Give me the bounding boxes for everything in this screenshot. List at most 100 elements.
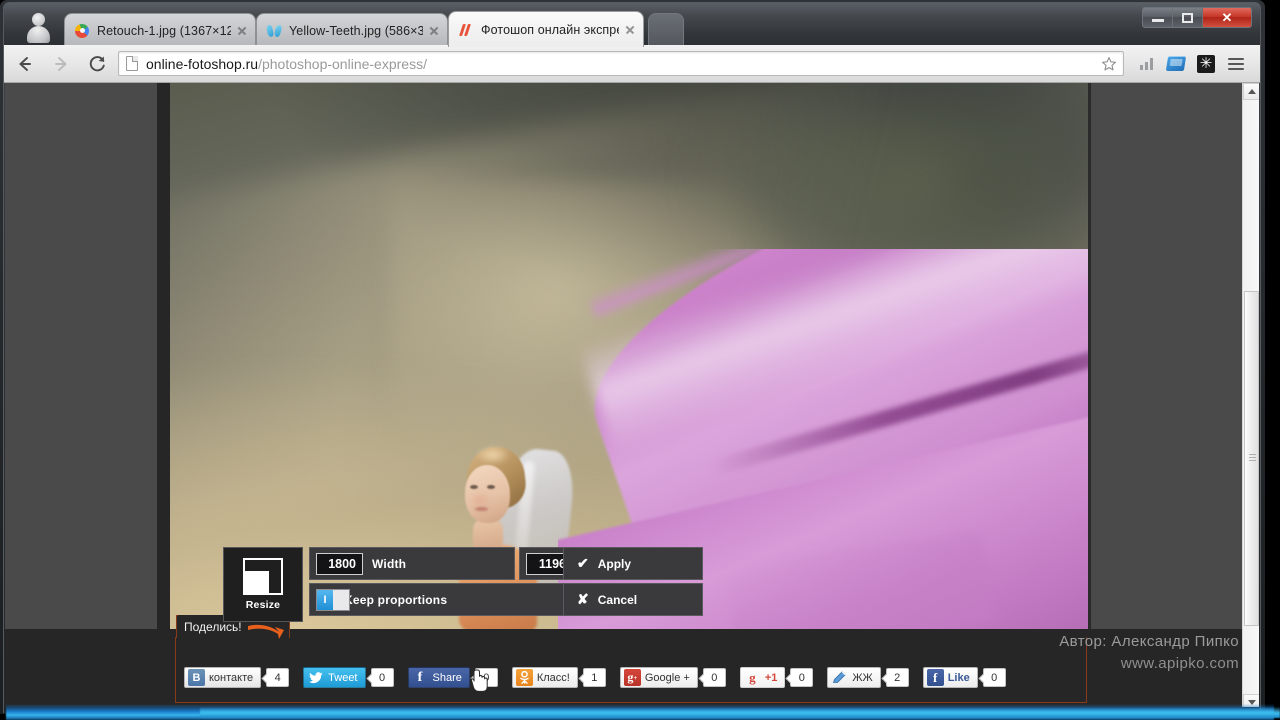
close-icon[interactable] <box>427 24 441 38</box>
editor-left-gutter <box>5 83 171 629</box>
odnoklassniki-icon <box>515 669 533 686</box>
address-bar[interactable]: online-fotoshop.ru/photoshop-online-expr… <box>118 51 1124 76</box>
eye-right <box>487 485 495 489</box>
share-button-vkontakte[interactable]: В контакте 4 <box>184 667 290 688</box>
eye-left <box>470 485 478 489</box>
facebook-button[interactable]: f Share <box>407 667 470 688</box>
asterisk-extension-icon[interactable]: ✳ <box>1192 50 1220 78</box>
share-button-livejournal[interactable]: ЖЖ 2 <box>827 667 909 688</box>
watermark-site: www.apipko.com <box>1120 655 1239 672</box>
width-field-row[interactable]: 1800 Width <box>309 547 515 580</box>
googleplus-label: Google + <box>644 671 690 684</box>
extension-icons: ✳ <box>1132 50 1260 78</box>
check-icon: ✔ <box>577 555 589 571</box>
new-tab-button[interactable] <box>648 13 684 47</box>
window-controls: ✕ <box>1142 7 1252 28</box>
livejournal-count: 2 <box>885 668 909 687</box>
watermark: Автор: Александр Пипко www.apipko.com <box>1059 631 1239 675</box>
resize-dialog: Resize 1800 Width 1196 Height I Keep pro… <box>223 547 715 622</box>
forward-button[interactable] <box>46 49 76 79</box>
scroll-up-button[interactable] <box>1243 83 1259 100</box>
star-icon[interactable] <box>1099 56 1119 72</box>
odnoklassniki-label: Класс! <box>536 671 570 684</box>
vkontakte-count: 4 <box>266 668 290 687</box>
width-label: Width <box>372 556 407 571</box>
share-button-odnoklassniki[interactable]: Класс! 1 <box>511 667 606 688</box>
plusone-button[interactable]: g +1 <box>739 667 786 688</box>
url-domain: online-fotoshop.ru <box>146 55 259 72</box>
page-scrollbar[interactable] <box>1242 83 1259 711</box>
odnoklassniki-button[interactable]: Класс! <box>511 667 578 688</box>
vkontakte-label: контакте <box>209 671 254 684</box>
width-input[interactable]: 1800 <box>316 552 363 575</box>
browser-tab-1[interactable]: Retouch-1.jpg (1367×1249 <box>64 13 256 47</box>
desktop: Retouch-1.jpg (1367×1249 Yellow-Teeth.jp… <box>0 0 1280 720</box>
resize-icon <box>243 558 283 595</box>
twitter-bird-icon <box>307 669 324 686</box>
facebook-like-button[interactable]: f Like <box>922 667 978 688</box>
pencil-icon <box>831 669 848 686</box>
livejournal-label: ЖЖ <box>852 671 873 684</box>
share-button-googleplus[interactable]: g + Google + 0 <box>619 667 726 688</box>
close-icon[interactable] <box>235 24 249 38</box>
close-x-icon: ✘ <box>577 591 589 607</box>
apply-label: Apply <box>597 556 632 571</box>
resize-panel-label: Resize <box>245 599 281 611</box>
like-count: 0 <box>982 668 1006 687</box>
watermark-author: Автор: Александр Пипко <box>1059 633 1239 650</box>
minimize-button[interactable] <box>1143 8 1173 27</box>
keep-proportions-checkbox[interactable]: I <box>316 589 350 611</box>
mouth <box>475 507 488 511</box>
reload-button[interactable] <box>82 49 112 79</box>
taskbar-glow-inner <box>200 707 1280 718</box>
livejournal-button[interactable]: ЖЖ <box>827 667 881 688</box>
bar-chart-icon[interactable] <box>1132 50 1160 78</box>
apply-button[interactable]: ✔ Apply <box>563 547 703 580</box>
blue-extension-icon[interactable] <box>1162 50 1190 78</box>
keep-proportions-label: Keep proportions <box>344 592 448 607</box>
share-button-like[interactable]: f Like 0 <box>922 667 1006 688</box>
browser-tab-2[interactable]: Yellow-Teeth.jpg (586×36 <box>256 13 448 47</box>
user-avatar-icon[interactable] <box>26 11 52 43</box>
twitter-button[interactable]: Tweet <box>303 667 366 688</box>
facebook-label: Share <box>432 671 462 684</box>
picasa-icon <box>74 23 90 39</box>
share-box: Поделись! В контакте 4 Tweet 0 f Share 0… <box>175 615 1087 703</box>
avatar-head <box>32 13 45 26</box>
maximize-button[interactable] <box>1173 8 1203 27</box>
checkbox-on-state: I <box>317 590 333 610</box>
close-icon: ✕ <box>1221 10 1233 25</box>
twitter-label: Tweet <box>328 671 358 684</box>
facebook-f-icon: f <box>417 669 423 685</box>
close-icon[interactable] <box>623 23 637 37</box>
butterfly-icon <box>265 23 283 39</box>
share-button-twitter[interactable]: Tweet 0 <box>303 667 394 688</box>
close-button[interactable]: ✕ <box>1203 8 1251 27</box>
editor-left-strip <box>157 83 171 629</box>
slashes-icon <box>458 22 474 38</box>
google-g-icon: g <box>749 669 756 685</box>
twitter-count: 0 <box>370 668 394 687</box>
vkontakte-button[interactable]: В контакте <box>184 667 262 688</box>
googleplus-icon: g + <box>623 669 641 686</box>
googleplus-count: 0 <box>702 668 726 687</box>
share-button-plusone[interactable]: g +1 0 <box>739 667 814 688</box>
menu-icon[interactable] <box>1222 50 1250 78</box>
back-button[interactable] <box>10 49 40 79</box>
share-section: Поделись! В контакте 4 Tweet 0 f Share 0… <box>5 615 1242 711</box>
tab-title: Фотошоп онлайн экспре <box>481 22 619 37</box>
googleplus-button[interactable]: g + Google + <box>619 667 698 688</box>
scrollbar-thumb[interactable] <box>1244 291 1259 626</box>
tab-strip: Retouch-1.jpg (1367×1249 Yellow-Teeth.jp… <box>4 3 1260 47</box>
page-viewport: Resize 1800 Width 1196 Height I Keep pro… <box>5 83 1259 711</box>
browser-tab-3-active[interactable]: Фотошоп онлайн экспре <box>448 11 644 47</box>
editor-right-strip <box>1088 83 1091 629</box>
plusone-label: +1 <box>764 671 778 684</box>
arrow-icon <box>246 621 290 643</box>
cancel-button[interactable]: ✘ Cancel <box>563 583 703 616</box>
plusone-count: 0 <box>790 668 814 687</box>
share-button-facebook[interactable]: f Share 0 <box>407 667 498 688</box>
tab-title: Yellow-Teeth.jpg (586×36 <box>289 23 423 38</box>
facebook-count: 0 <box>474 668 498 687</box>
odnoklassniki-count: 1 <box>582 668 606 687</box>
